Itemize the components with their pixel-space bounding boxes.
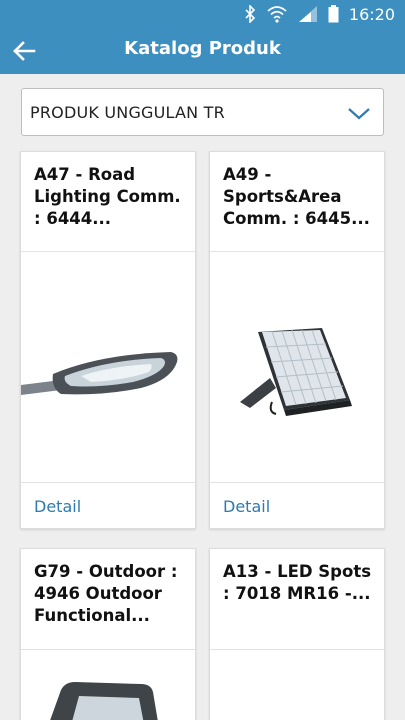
category-select-value: PRODUK UNGGULAN TR [30,103,225,122]
product-title: A13 - LED Spots : 7018 MR16 -... [223,562,372,603]
battery-icon [328,5,339,23]
chevron-down-icon [348,108,370,120]
status-bar: 16:20 [0,0,405,28]
bluetooth-icon [245,5,256,23]
divider [21,482,195,483]
product-title: G79 - Outdoor : 4946 Outdoor Functional.… [34,562,178,625]
floodlight-image [240,328,352,416]
product-image [21,252,195,482]
outdoor-light-image [50,682,158,720]
road-lamp-image [21,352,178,395]
product-image [210,252,384,482]
product-card[interactable]: A49 - Sports&Area Comm. : 6445... Detail [209,151,385,529]
app-bar: Katalog Produk [0,28,405,74]
page-title: Katalog Produk [124,38,281,59]
signal-icon [298,6,317,22]
detail-link[interactable]: Detail [34,497,81,516]
divider [210,482,384,483]
product-image [210,650,384,720]
product-card[interactable]: A47 - Road Lighting Comm. : 6444... Deta… [20,151,196,529]
detail-link[interactable]: Detail [223,497,270,516]
status-icons: 16:20 [244,4,395,24]
wifi-icon [267,6,287,23]
product-card[interactable]: A13 - LED Spots : 7018 MR16 -... [209,548,385,720]
product-title: A49 - Sports&Area Comm. : 6445... [223,165,370,228]
product-title: A47 - Road Lighting Comm. : 6444... [34,165,181,228]
product-card[interactable]: G79 - Outdoor : 4946 Outdoor Functional.… [20,548,196,720]
status-time: 16:20 [348,4,395,24]
category-select[interactable]: PRODUK UNGGULAN TR [21,88,384,136]
product-image [21,650,195,720]
